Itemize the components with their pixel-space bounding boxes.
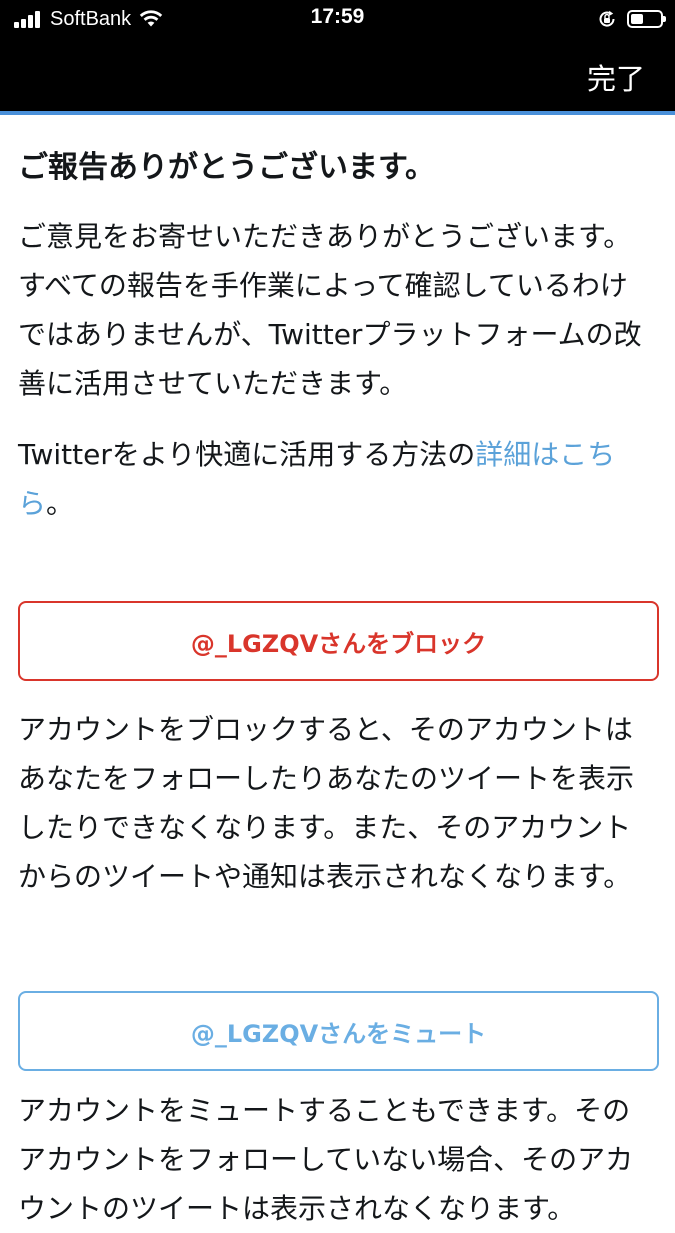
battery-icon <box>627 10 666 28</box>
thanks-text: ご意見をお寄せいただきありがとうございます。すべての報告を手作業によって確認して… <box>18 220 642 400</box>
page-title: ご報告ありがとうございます。 <box>18 150 435 185</box>
nav-bar: 完了 <box>0 38 675 111</box>
learn-more-text: Twitterをより快適に活用する方法の詳細はこちら。 <box>18 430 650 528</box>
learn-more-suffix: 。 <box>46 487 75 520</box>
mute-description: アカウントをミュートすることもできます。そのアカウントをフォローしていない場合、… <box>18 1094 634 1225</box>
status-right <box>597 7 666 31</box>
status-time: 17:59 <box>310 5 365 28</box>
block-user-button[interactable]: @_LGZQVさんをブロック <box>18 601 659 681</box>
block-description: アカウントをブロックすると、そのアカウントはあなたをフォローしたりあなたのツイー… <box>18 713 635 893</box>
status-bar: SoftBank 17:59 <box>0 0 675 38</box>
done-button[interactable]: 完了 <box>587 56 645 98</box>
orientation-lock-icon <box>599 10 615 27</box>
report-content: ご報告ありがとうございます。 ご意見をお寄せいただきありがとうございます。すべて… <box>18 115 659 1233</box>
learn-more-prefix: Twitterをより快適に活用する方法の <box>18 438 476 471</box>
mute-user-button[interactable]: @_LGZQVさんをミュート <box>18 991 659 1071</box>
